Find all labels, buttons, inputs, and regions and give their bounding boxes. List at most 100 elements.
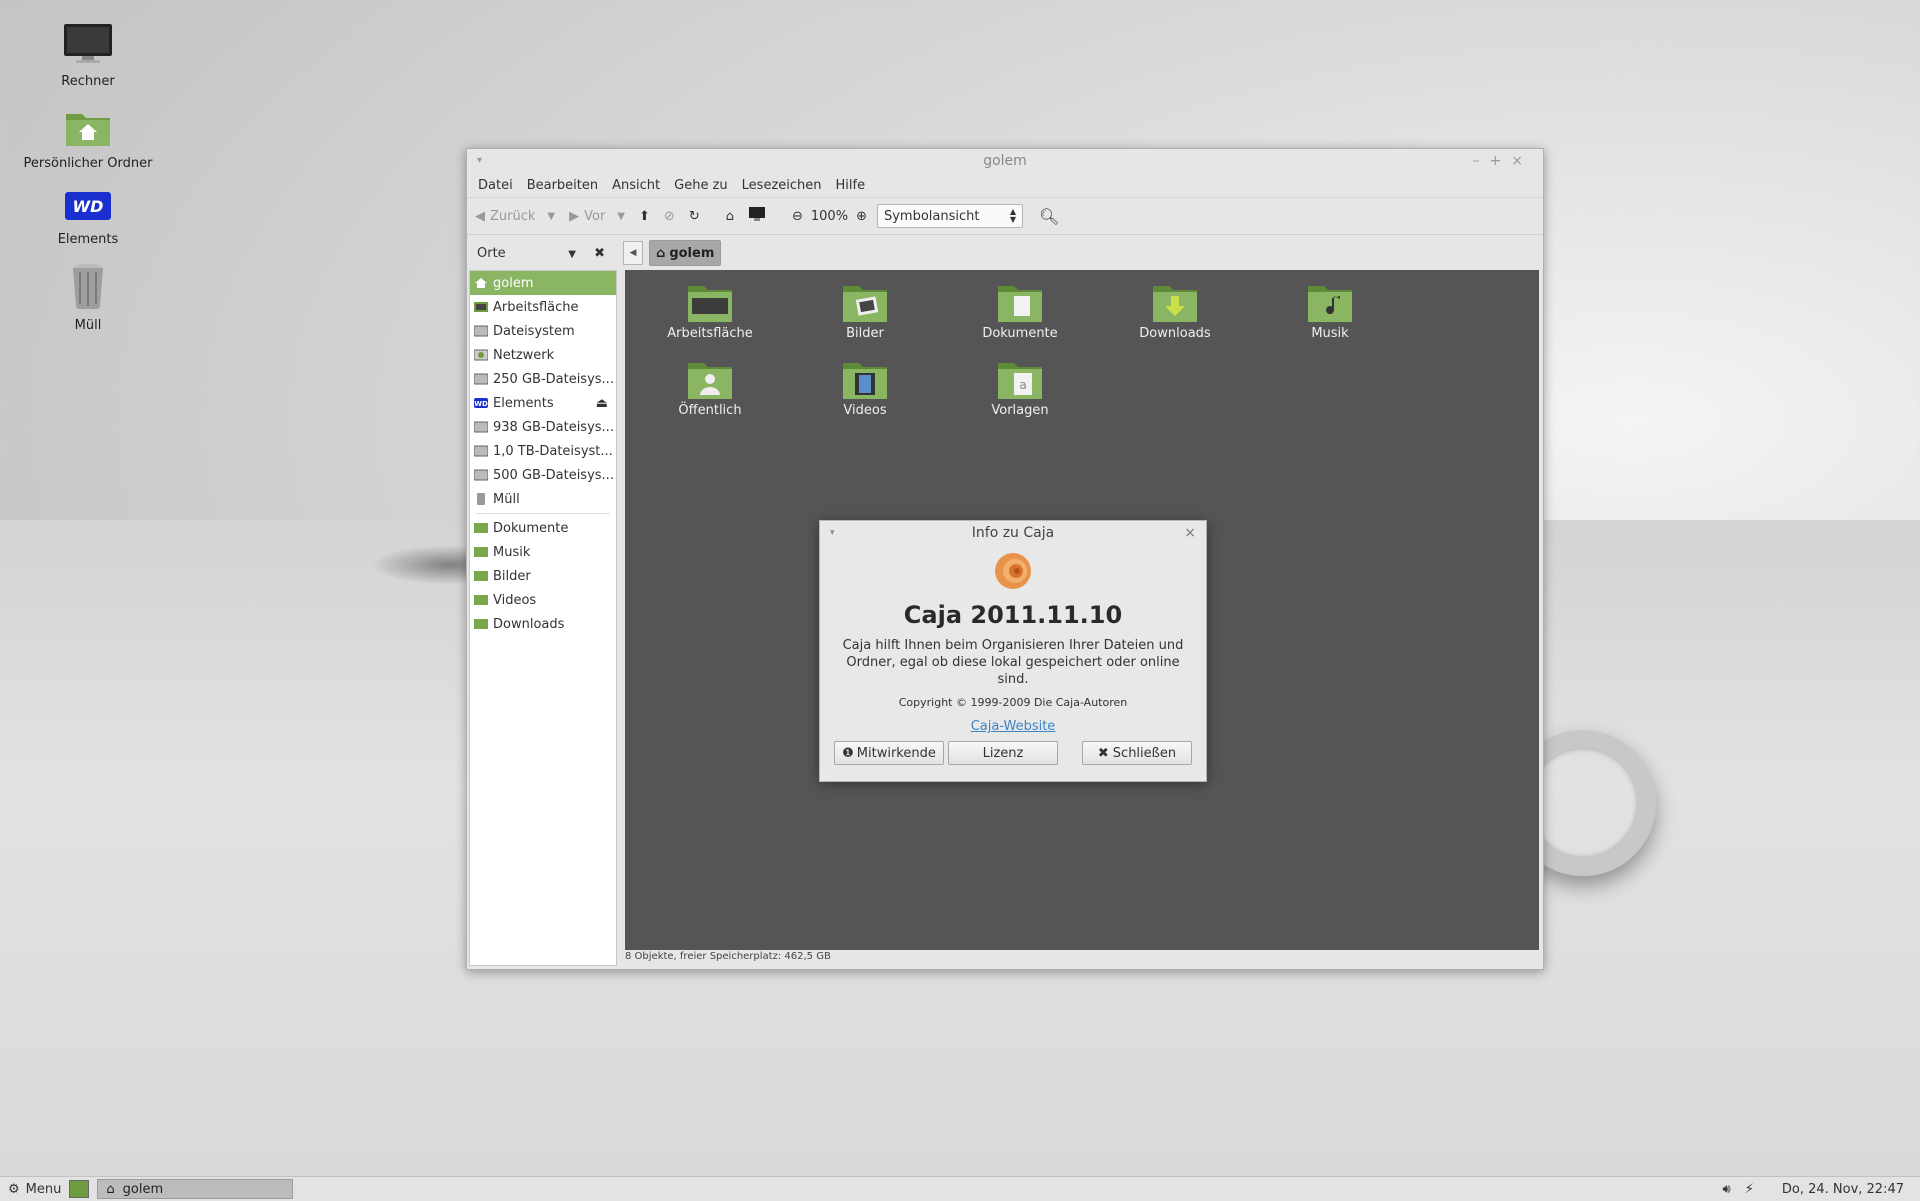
pictures-folder-icon xyxy=(843,286,887,322)
arrow-right-icon: ▶ xyxy=(569,208,580,224)
menu-gehe-zu[interactable]: Gehe zu xyxy=(667,178,735,193)
dialog-titlebar[interactable]: ▾ Info zu Caja × xyxy=(820,521,1206,545)
zoom-out-button[interactable]: ⊖ xyxy=(792,209,803,224)
folder-item-arbeitsflaeche[interactable]: Arbeitsfläche xyxy=(645,282,775,341)
folder-label: Musik xyxy=(1311,326,1349,341)
main-menu-button[interactable]: ⚙ Menu xyxy=(8,1182,61,1197)
maximize-icon[interactable]: + xyxy=(1490,153,1512,169)
monitor-icon xyxy=(748,206,766,226)
close-button[interactable]: ✖ Schließen xyxy=(1082,741,1192,765)
breadcrumb-label: golem xyxy=(669,245,715,261)
breadcrumb[interactable]: ⌂ golem xyxy=(649,240,722,266)
menu-bearbeiten[interactable]: Bearbeiten xyxy=(520,178,605,193)
sidebar-item-netzwerk[interactable]: Netzwerk xyxy=(470,343,616,367)
sidebar-item-dokumente[interactable]: Dokumente xyxy=(470,516,616,540)
volume-icon[interactable]: 🔊︎ xyxy=(1723,1182,1731,1197)
chevron-down-icon[interactable]: ▼ xyxy=(568,249,576,260)
menu-ansicht[interactable]: Ansicht xyxy=(605,178,667,193)
close-x-icon: ✖ xyxy=(1097,745,1109,761)
desktop-icon-label: Müll xyxy=(74,318,102,333)
view-mode-select[interactable]: Symbolansicht ▲ ▼ xyxy=(876,204,1023,228)
sidebar-item-elements-main: WD Elements xyxy=(474,396,554,411)
window-menu-icon[interactable]: ▾ xyxy=(830,521,835,545)
folder-icon xyxy=(474,618,488,630)
breadcrumb-back-button[interactable]: ◀ xyxy=(623,241,643,265)
sidebar-item-elements[interactable]: WD Elements ⏏ xyxy=(470,391,616,415)
close-label: Schließen xyxy=(1112,745,1177,761)
sidebar-item-label: Elements xyxy=(493,395,554,411)
window-titlebar[interactable]: ▾ golem –+× xyxy=(467,149,1543,173)
sidebar-item-bilder[interactable]: Bilder xyxy=(470,564,616,588)
chevron-down-icon[interactable]: ▼ xyxy=(617,211,625,222)
sidebar-item-videos[interactable]: Videos xyxy=(470,588,616,612)
credits-label: Mitwirkende xyxy=(856,745,936,761)
folder-item-downloads[interactable]: Downloads xyxy=(1110,282,1240,341)
sidebar-item-250gb[interactable]: 250 GB-Dateisys... xyxy=(470,367,616,391)
folder-item-musik[interactable]: Musik xyxy=(1265,282,1395,341)
sidebar-item-downloads[interactable]: Downloads xyxy=(470,612,616,636)
website-link[interactable]: Caja-Website xyxy=(820,719,1206,734)
music-folder-icon xyxy=(1308,286,1352,322)
forward-button[interactable]: ▶ Vor ▼ xyxy=(569,209,625,224)
desktop-icon-trash[interactable]: Müll xyxy=(18,262,158,333)
folder-item-dokumente[interactable]: Dokumente xyxy=(955,282,1085,341)
folder-item-bilder[interactable]: Bilder xyxy=(800,282,930,341)
license-button[interactable]: Lizenz xyxy=(948,741,1058,765)
folder-item-vorlagen[interactable]: a Vorlagen xyxy=(955,359,1085,418)
sidebar-item-dateisystem[interactable]: Dateisystem xyxy=(470,319,616,343)
menu-lesezeichen[interactable]: Lesezeichen xyxy=(735,178,829,193)
app-name: Caja 2011.11.10 xyxy=(903,601,1123,629)
reload-icon: ↻ xyxy=(688,208,700,224)
chevron-down-icon[interactable]: ▼ xyxy=(547,211,555,222)
network-tray-icon[interactable]: ⚡︎ xyxy=(1745,1182,1754,1197)
sidebar-item-label: Arbeitsfläche xyxy=(493,299,579,315)
sidebar: golem Arbeitsfläche Dateisystem Netzwerk… xyxy=(469,270,617,966)
up-button[interactable]: ⬆ xyxy=(639,209,650,224)
back-button[interactable]: ◀ Zurück ▼ xyxy=(475,209,555,224)
home-button[interactable]: ⌂ xyxy=(726,209,734,224)
taskbar-window-button[interactable]: ⌂ golem xyxy=(97,1179,294,1199)
desktop-icon-home[interactable]: Persönlicher Ordner xyxy=(18,108,158,171)
folder-label: Downloads xyxy=(1139,326,1211,341)
menu-datei[interactable]: Datei xyxy=(471,178,520,193)
search-icon: 🔍︎ xyxy=(1038,206,1060,226)
close-icon[interactable]: × xyxy=(1184,521,1196,545)
eject-icon[interactable]: ⏏ xyxy=(596,396,608,411)
folder-icon xyxy=(474,570,488,582)
sidebar-item-muell[interactable]: Müll xyxy=(470,487,616,511)
close-icon[interactable]: × xyxy=(1511,153,1533,169)
clock[interactable]: Do, 24. Nov, 22:47 xyxy=(1782,1182,1904,1197)
toolbar: ◀ Zurück ▼ ▶ Vor ▼ ⬆ ⊘ ↻ ⌂ ⊖ 100% ⊕ Symb… xyxy=(467,197,1543,235)
folder-label: Arbeitsfläche xyxy=(667,326,753,341)
folder-item-oeffentlich[interactable]: Öffentlich xyxy=(645,359,775,418)
sidebar-item-label: Dokumente xyxy=(493,520,569,536)
window-menu-icon[interactable]: ▾ xyxy=(477,149,482,173)
sidebar-item-arbeitsflaeche[interactable]: Arbeitsfläche xyxy=(470,295,616,319)
sidebar-header: Orte ▼ ✖ xyxy=(467,246,615,261)
desktop-icon-computer[interactable]: Rechner xyxy=(18,22,158,89)
credits-button[interactable]: ❶ Mitwirkende xyxy=(834,741,944,765)
menubar: Datei Bearbeiten Ansicht Gehe zu Lesezei… xyxy=(467,173,1543,197)
trash-icon xyxy=(18,262,158,314)
drive-icon xyxy=(473,445,489,457)
computer-button[interactable] xyxy=(748,206,766,226)
sidebar-item-label: golem xyxy=(493,275,534,291)
minimize-icon[interactable]: – xyxy=(1473,153,1490,169)
search-button[interactable]: 🔍︎ xyxy=(1039,207,1059,226)
close-icon[interactable]: ✖ xyxy=(594,246,605,261)
menu-hilfe[interactable]: Hilfe xyxy=(829,178,873,193)
folder-item-videos[interactable]: Videos xyxy=(800,359,930,418)
sidebar-item-label: 938 GB-Dateisys... xyxy=(493,419,614,435)
reload-button[interactable]: ↻ xyxy=(689,209,700,224)
sidebar-item-500gb[interactable]: 500 GB-Dateisys... xyxy=(470,463,616,487)
sidebar-item-label: 250 GB-Dateisys... xyxy=(493,371,614,387)
desktop-icon-elements[interactable]: WD Elements xyxy=(18,188,158,247)
home-icon: ⌂ xyxy=(106,1181,115,1197)
sidebar-item-musik[interactable]: Musik xyxy=(470,540,616,564)
sidebar-item-golem[interactable]: golem xyxy=(470,271,616,295)
stop-button[interactable]: ⊘ xyxy=(664,209,675,224)
sidebar-item-1tb[interactable]: 1,0 TB-Dateisyst... xyxy=(470,439,616,463)
zoom-in-button[interactable]: ⊕ xyxy=(856,209,867,224)
show-desktop-icon[interactable] xyxy=(69,1180,90,1198)
sidebar-item-938gb[interactable]: 938 GB-Dateisys... xyxy=(470,415,616,439)
